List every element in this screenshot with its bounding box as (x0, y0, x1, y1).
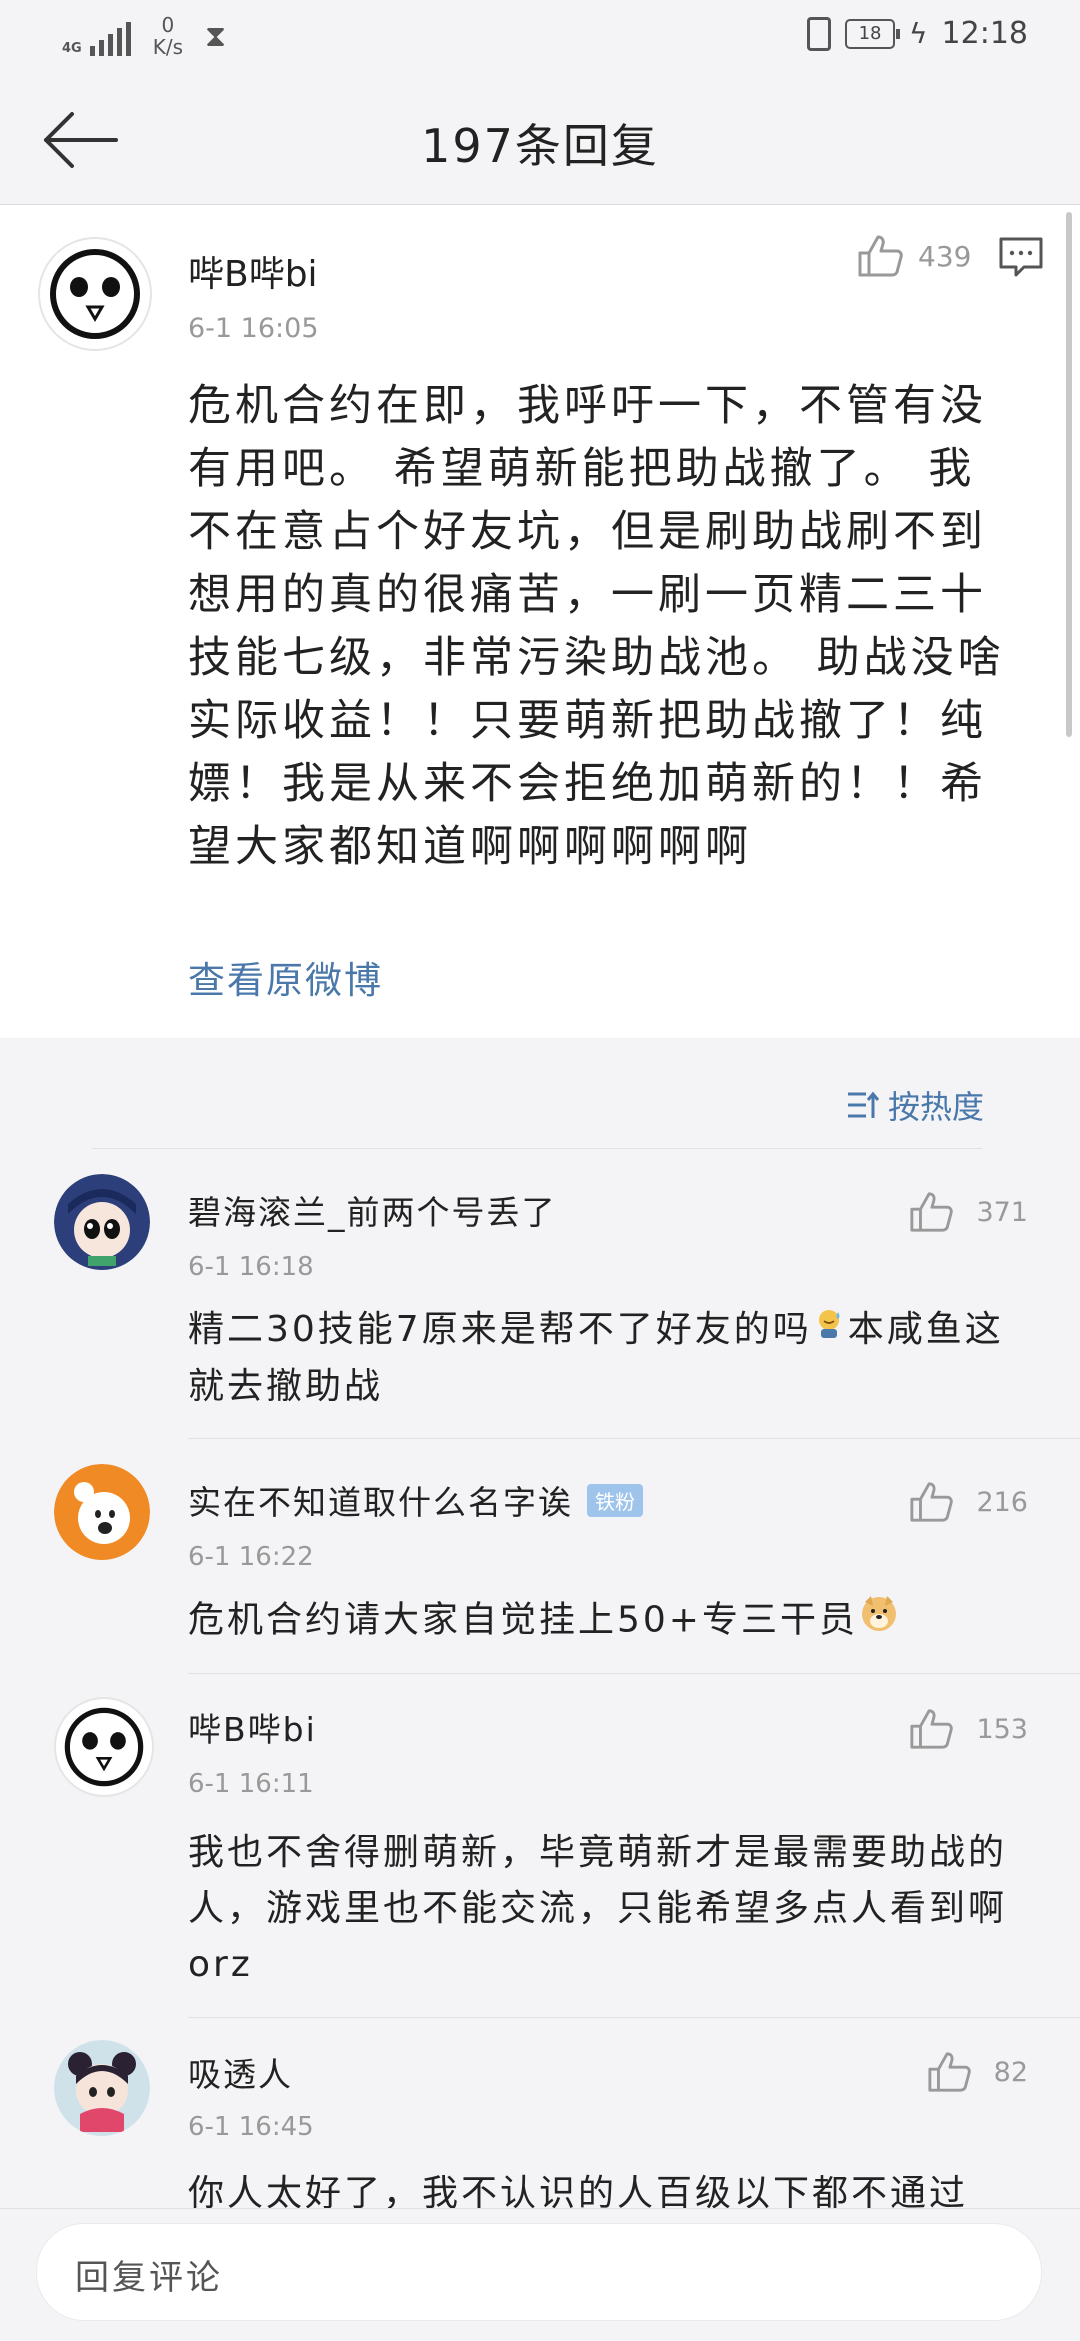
comment-like-button[interactable]: 82 (926, 2050, 1028, 2094)
chibi-girl-avatar-icon (54, 2040, 150, 2136)
avatar[interactable] (38, 237, 152, 351)
comment-text: 我也不舍得删萌新，毕竟萌新才是最需要助战的人，游戏里也不能交流，只能希望多点人看… (188, 1832, 1008, 1985)
anime-girl-avatar-icon (54, 1174, 150, 1270)
divider (188, 1438, 1080, 1439)
divider (92, 1148, 982, 1149)
avatar[interactable] (54, 2040, 150, 2136)
comment-icon (999, 237, 1043, 277)
status-bar: 4G 0 K/s ⧗ 18 ϟ 12:18 (0, 0, 1080, 80)
post-like-count: 439 (918, 239, 972, 273)
sort-icon (847, 1091, 880, 1118)
sweat-emoji-icon (812, 1303, 848, 1359)
hourglass-icon: ⧗ (205, 18, 227, 54)
scrollbar[interactable] (1066, 212, 1072, 737)
thumbs-up-icon (858, 235, 903, 277)
thumbs-up-icon (910, 1192, 954, 1232)
thumbs-up-icon (928, 2052, 971, 2092)
comment-like-button[interactable]: 216 (908, 1480, 1028, 1524)
battery-icon: 18 (845, 18, 901, 49)
reply-bar: 回复评论 (0, 2208, 1080, 2341)
divider (188, 1673, 1080, 1674)
charging-icon: ϟ (909, 17, 928, 50)
avatar[interactable] (54, 1697, 154, 1797)
network-speed: 0 K/s (152, 13, 183, 59)
comment-time: 6-1 16:45 (188, 2112, 314, 2142)
comment-username[interactable]: 吸透人 (188, 2048, 293, 2096)
reply-button[interactable] (998, 235, 1044, 279)
comment-username[interactable]: 碧海滚兰_前两个号丢了 (188, 1186, 557, 1234)
doge-emoji-icon (858, 1592, 900, 1651)
divider (188, 2017, 1080, 2018)
reply-input[interactable]: 回复评论 (36, 2223, 1042, 2321)
cartoon-bear-avatar-icon (54, 1464, 150, 1560)
comment-like-count: 371 (976, 1196, 1028, 1228)
comment-like-count: 82 (993, 2056, 1028, 2088)
comment-username[interactable]: 哔B哔bi (188, 1703, 317, 1751)
sort-label: 按热度 (887, 1088, 984, 1126)
face-avatar-icon (50, 249, 140, 339)
comment-like-count: 216 (976, 1486, 1028, 1518)
post-time: 6-1 16:05 (188, 313, 319, 344)
comment-text: 危机合约请大家自觉挂上50+专三干员 (188, 1592, 1038, 1651)
clock: 12:18 (941, 16, 1028, 51)
comment-like-count: 153 (976, 1713, 1028, 1745)
comment-time: 6-1 16:18 (188, 1252, 314, 1282)
signal-icon: 4G (62, 16, 131, 56)
post-text: 危机合约在即，我呼吁一下，不管有没有用吧。 希望萌新能把助战撤了。 我不在意占个… (188, 381, 1005, 872)
comment-text: 精二30技能7原来是帮不了好友的吗 本咸鱼这就去撤助战 (188, 1302, 1038, 1415)
network-type: 4G (62, 41, 82, 56)
thumbs-up-icon (910, 1709, 954, 1749)
reply-placeholder: 回复评论 (75, 2258, 223, 2298)
face-avatar-icon (64, 1707, 144, 1787)
avatar[interactable] (54, 1464, 150, 1560)
avatar[interactable] (54, 1174, 150, 1270)
comment-like-button[interactable]: 153 (908, 1707, 1028, 1751)
main-post: 哔B哔bi 6-1 16:05 439 危机合约在即，我呼吁一下，不管有没有用吧… (0, 205, 1080, 1038)
comment-time: 6-1 16:22 (188, 1542, 314, 1572)
comment-username[interactable]: 实在不知道取什么名字诶 铁粉 (188, 1476, 643, 1524)
nav-bar: 197条回复 (0, 80, 1080, 205)
comment-like-button[interactable]: 371 (908, 1190, 1028, 1234)
post-like-button[interactable]: 439 (856, 233, 971, 279)
sort-by-hot-button[interactable]: 按热度 (846, 1082, 984, 1128)
view-original-link[interactable]: 查看原微博 (188, 950, 383, 1004)
vibrate-icon (807, 16, 832, 51)
post-username[interactable]: 哔B哔bi (188, 245, 318, 297)
comment-time: 6-1 16:11 (188, 1769, 314, 1799)
fan-badge: 铁粉 (587, 1483, 643, 1517)
thumbs-up-icon (910, 1482, 954, 1522)
page-title: 197条回复 (421, 119, 659, 173)
